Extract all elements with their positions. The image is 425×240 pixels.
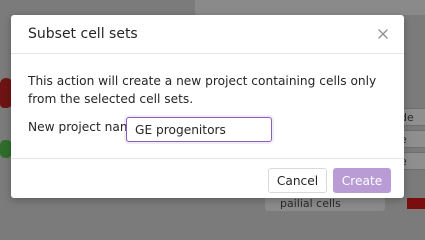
modal-title: Subset cell sets (28, 26, 138, 42)
background-color-swatch (407, 198, 425, 209)
background-cellset-pill-label: pailial cells (280, 197, 341, 210)
modal-footer: Cancel Create (11, 158, 404, 198)
modal-description: This action will create a new project co… (28, 74, 377, 106)
new-project-name-input[interactable] (126, 117, 272, 142)
close-icon[interactable] (375, 26, 391, 42)
create-button[interactable]: Create (333, 168, 391, 193)
new-project-name-label: New project name (28, 120, 140, 134)
background-panel-strip (195, 0, 425, 15)
cancel-button[interactable]: Cancel (268, 168, 327, 193)
modal-header: Subset cell sets (11, 15, 404, 54)
subset-cell-sets-modal: Subset cell sets This action will create… (11, 15, 404, 198)
